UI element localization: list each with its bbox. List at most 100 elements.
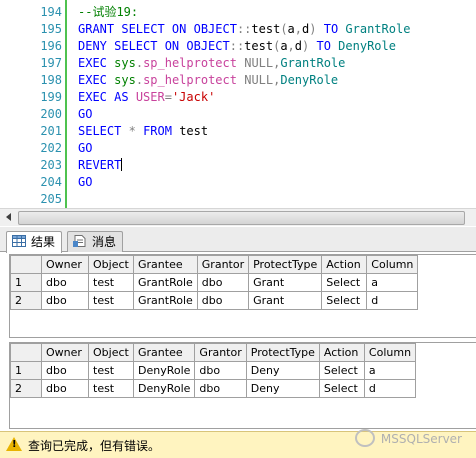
tab-messages[interactable]: 消息 xyxy=(67,231,124,252)
grid-cell[interactable]: Deny xyxy=(245,379,320,398)
grid-cell[interactable]: test xyxy=(88,273,134,292)
line-number: 203 xyxy=(40,158,62,172)
grid-cell[interactable]: d xyxy=(366,291,419,310)
grid-cell[interactable]: dbo xyxy=(41,379,89,398)
row-number[interactable]: 1 xyxy=(10,361,42,380)
code-line[interactable]: 199 EXEC AS USER='Jack' xyxy=(0,89,476,106)
line-number: 199 xyxy=(40,90,62,104)
grid-cell[interactable]: Select xyxy=(318,361,365,380)
text-caret xyxy=(121,158,123,171)
message-icon xyxy=(73,235,86,247)
grid-cell[interactable]: GrantRole xyxy=(133,291,198,310)
grid-icon xyxy=(12,235,26,247)
code-line[interactable]: 205 xyxy=(0,191,476,208)
table-row[interactable]: 1 dbo test DenyRole dbo Deny Select a xyxy=(10,361,417,380)
code-line[interactable]: 201 SELECT * FROM test xyxy=(0,123,476,140)
code-line[interactable]: 200 GO xyxy=(0,106,476,123)
line-number: 204 xyxy=(40,175,62,189)
grid-cell[interactable]: Select xyxy=(321,273,368,292)
grid-cell[interactable]: a xyxy=(366,273,419,292)
line-number: 205 xyxy=(40,192,62,206)
code-text: SELECT * FROM test xyxy=(78,124,209,138)
column-header[interactable]: Object xyxy=(88,255,134,274)
code-line[interactable]: 203 REVERT xyxy=(0,157,476,174)
grid-cell[interactable]: a xyxy=(363,361,417,380)
status-message: 查询已完成，但有错误。 xyxy=(28,439,161,453)
code-text: EXEC sys.sp_helprotect NULL,DenyRole xyxy=(78,73,339,87)
grid-cell[interactable]: test xyxy=(88,379,134,398)
scroll-left-arrow-icon[interactable] xyxy=(6,213,11,221)
column-header[interactable]: Grantor xyxy=(194,343,247,362)
grid-cell[interactable]: dbo xyxy=(41,291,89,310)
grid-cell[interactable]: d xyxy=(363,379,417,398)
column-header[interactable]: Column xyxy=(363,343,417,362)
horizontal-scrollbar[interactable] xyxy=(0,208,476,226)
row-header-corner xyxy=(10,255,42,274)
code-line[interactable]: 195 GRANT SELECT ON OBJECT::test(a,d) TO… xyxy=(0,21,476,38)
code-editor[interactable]: 194 --试验19: 195 GRANT SELECT ON OBJECT::… xyxy=(0,0,476,208)
grid-cell[interactable]: Grant xyxy=(248,291,323,310)
code-text: EXEC sys.sp_helprotect NULL,GrantRole xyxy=(78,56,346,70)
code-text: GO xyxy=(78,107,93,121)
line-number: 200 xyxy=(40,107,62,121)
line-number: 198 xyxy=(40,73,62,87)
code-text: REVERT xyxy=(78,157,123,174)
column-header[interactable]: Grantor xyxy=(196,255,250,274)
column-header[interactable]: Grantee xyxy=(133,255,198,274)
results-tab-strip: 结果 消息 xyxy=(0,227,476,253)
row-header-corner xyxy=(10,343,42,362)
column-header[interactable]: Column xyxy=(366,255,419,274)
grid-cell[interactable]: GrantRole xyxy=(133,273,198,292)
line-number: 202 xyxy=(40,141,62,155)
warning-icon: ! xyxy=(6,437,22,451)
column-header[interactable]: Action xyxy=(318,343,365,362)
grid-header-row: Owner Object Grantee Grantor ProtectType… xyxy=(10,343,417,362)
column-header[interactable]: ProtectType xyxy=(248,255,323,274)
grid-cell[interactable]: dbo xyxy=(196,291,250,310)
tab-results[interactable]: 结果 xyxy=(6,231,63,253)
grid-cell[interactable]: Grant xyxy=(248,273,323,292)
grid-cell[interactable]: Select xyxy=(318,379,365,398)
row-number[interactable]: 1 xyxy=(10,273,42,292)
code-text: GRANT SELECT ON OBJECT::test(a,d) TO Gra… xyxy=(78,22,411,36)
column-header[interactable]: Owner xyxy=(41,255,89,274)
grid-cell[interactable]: dbo xyxy=(194,379,247,398)
grid-cell[interactable]: DenyRole xyxy=(132,361,196,380)
column-header[interactable]: Owner xyxy=(41,343,89,362)
scrollbar-thumb[interactable] xyxy=(18,211,465,225)
line-number: 201 xyxy=(40,124,62,138)
code-line[interactable]: 204 GO xyxy=(0,174,476,191)
code-line[interactable]: 202 GO xyxy=(0,140,476,157)
grid-cell[interactable]: dbo xyxy=(41,273,89,292)
grid-cell[interactable]: dbo xyxy=(194,361,247,380)
column-header[interactable]: ProtectType xyxy=(245,343,320,362)
column-header[interactable]: Grantee xyxy=(132,343,196,362)
column-header[interactable]: Object xyxy=(88,343,134,362)
table-row[interactable]: 1 dbo test GrantRole dbo Grant Select a xyxy=(10,273,419,292)
results-grid-denyrole[interactable]: Owner Object Grantee Grantor ProtectType… xyxy=(9,342,476,429)
code-line[interactable]: 194 --试验19: xyxy=(0,4,476,21)
row-number[interactable]: 2 xyxy=(10,379,42,398)
grid-cell[interactable]: test xyxy=(88,291,134,310)
results-grid-grantrole[interactable]: Owner Object Grantee Grantor ProtectType… xyxy=(9,254,476,338)
column-header[interactable]: Action xyxy=(321,255,368,274)
grid-cell[interactable]: Select xyxy=(321,291,368,310)
line-number: 194 xyxy=(40,5,62,19)
code-text: GO xyxy=(78,175,93,189)
tab-results-label: 结果 xyxy=(31,235,56,249)
grid-cell[interactable]: dbo xyxy=(196,273,250,292)
row-number[interactable]: 2 xyxy=(10,291,42,310)
table-row[interactable]: 2 dbo test DenyRole dbo Deny Select d xyxy=(10,379,417,398)
code-line[interactable]: 198 EXEC sys.sp_helprotect NULL,DenyRole xyxy=(0,72,476,89)
code-text: DENY SELECT ON OBJECT::test(a,d) TO Deny… xyxy=(78,39,396,53)
grid-cell[interactable]: Deny xyxy=(245,361,320,380)
code-text: EXEC AS USER='Jack' xyxy=(78,90,216,104)
grid-cell-selected[interactable]: dbo xyxy=(41,361,89,380)
code-line[interactable]: 197 EXEC sys.sp_helprotect NULL,GrantRol… xyxy=(0,55,476,72)
code-text-revert: REVERT xyxy=(78,158,122,172)
grid-cell[interactable]: DenyRole xyxy=(132,379,196,398)
grid-cell[interactable]: test xyxy=(88,361,134,380)
grid-header-row: Owner Object Grantee Grantor ProtectType… xyxy=(10,255,419,274)
table-row[interactable]: 2 dbo test GrantRole dbo Grant Select d xyxy=(10,291,419,310)
code-line[interactable]: 196 DENY SELECT ON OBJECT::test(a,d) TO … xyxy=(0,38,476,55)
